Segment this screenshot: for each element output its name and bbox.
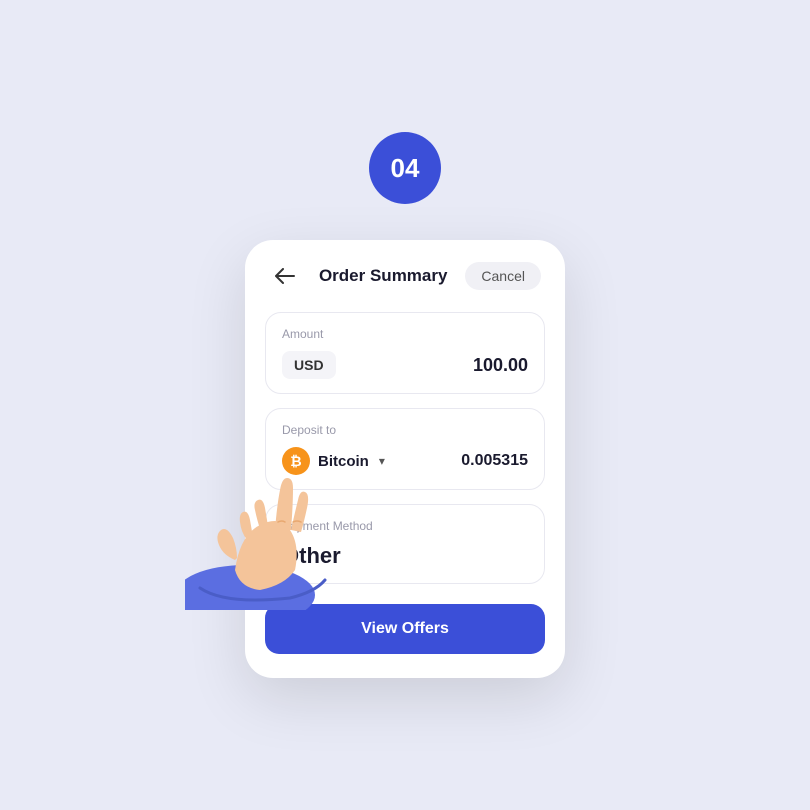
deposit-label: Deposit to [282,423,528,437]
chevron-down-icon: ▾ [379,454,385,468]
payment-method-value: Other [282,543,528,569]
amount-row: USD 100.00 [282,351,528,379]
page-container: 04 Order Summary Cancel Amount USD [0,0,810,810]
payment-section: Payment Method Other [265,504,545,584]
page-title: Order Summary [319,266,448,286]
payment-label: Payment Method [282,519,528,533]
amount-value: 100.00 [473,355,528,376]
back-button[interactable] [269,260,301,292]
bitcoin-icon: ₿ [282,447,310,475]
bitcoin-symbol: ₿ [290,453,301,469]
currency-badge: USD [282,351,336,379]
view-offers-button[interactable]: View Offers [265,604,545,654]
card-header: Order Summary Cancel [245,240,565,308]
cancel-button[interactable]: Cancel [465,262,541,290]
card-wrapper: Order Summary Cancel Amount USD 100.00 D… [245,240,565,678]
phone-card: Order Summary Cancel Amount USD 100.00 D… [245,240,565,678]
card-body: Amount USD 100.00 Deposit to ₿ B [245,308,565,678]
deposit-amount: 0.005315 [461,452,528,470]
crypto-selector[interactable]: ₿ Bitcoin ▾ [282,447,385,475]
deposit-row: ₿ Bitcoin ▾ 0.005315 [282,447,528,475]
step-badge: 04 [369,132,441,204]
deposit-section: Deposit to ₿ Bitcoin ▾ 0.005315 [265,408,545,490]
step-number: 04 [391,153,420,184]
amount-section: Amount USD 100.00 [265,312,545,394]
amount-label: Amount [282,327,528,341]
back-icon [275,268,295,284]
crypto-name: Bitcoin [318,453,369,470]
